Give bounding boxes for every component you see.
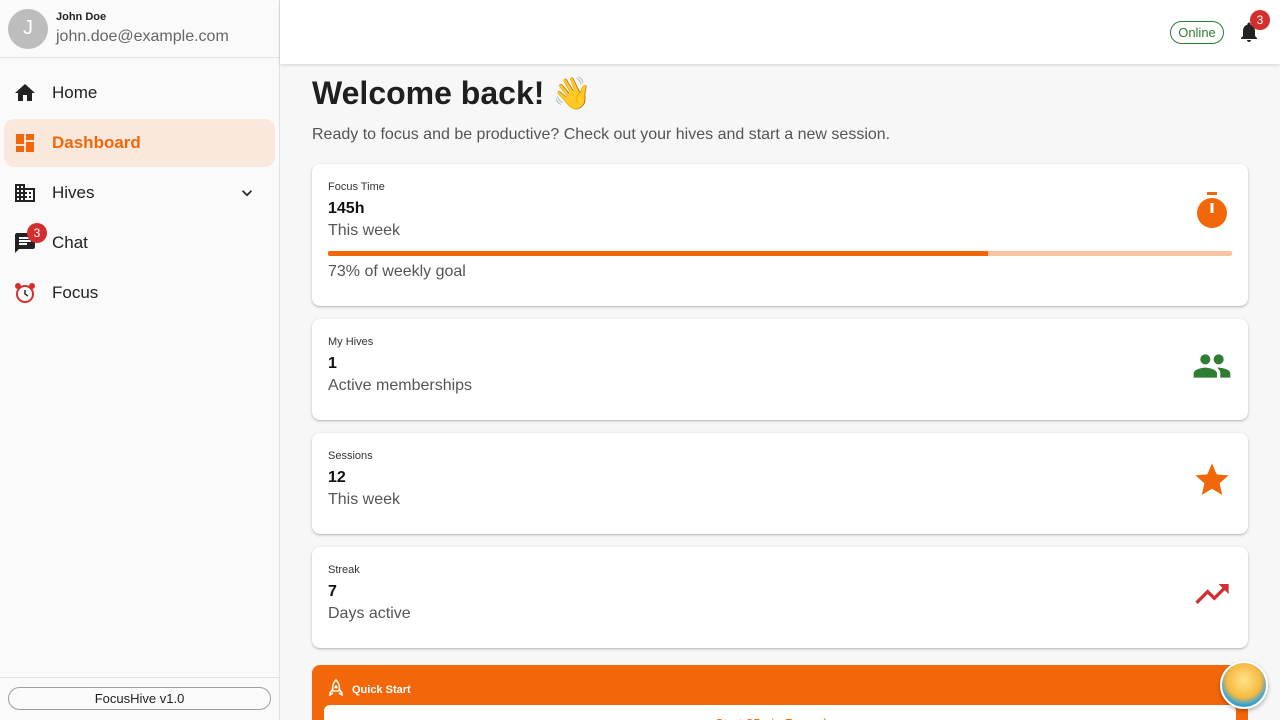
progress-label: 73% of weekly goal xyxy=(328,263,466,280)
sidebar-item-label: Hives xyxy=(52,183,95,202)
user-email: john.doe@example.com xyxy=(56,28,229,45)
card-caption: Sessions xyxy=(328,450,373,462)
sidebar-item-label: Chat xyxy=(52,233,88,252)
group-icon xyxy=(1192,346,1232,386)
rocket-icon xyxy=(328,678,344,704)
sidebar-item-home[interactable]: Home xyxy=(4,69,275,117)
home-icon xyxy=(13,81,37,105)
card-subtext: Days active xyxy=(328,605,411,622)
quick-start-title: Quick Start xyxy=(352,684,411,696)
sessions-card[interactable]: Sessions 12 This week xyxy=(312,433,1248,534)
sidebar-item-label: Dashboard xyxy=(52,133,141,152)
page-subtitle: Ready to focus and be productive? Check … xyxy=(312,126,891,143)
weekly-goal-progress xyxy=(328,251,1232,256)
sidebar-nav: Home Dashboard Hives 3 Chat Focus xyxy=(0,58,279,317)
star-icon xyxy=(1192,460,1232,500)
building-icon xyxy=(13,181,37,205)
sidebar: J John Doe john.doe@example.com Home Das… xyxy=(0,0,280,720)
progress-fill xyxy=(328,251,988,256)
sidebar-footer: FocusHive v1.0 xyxy=(0,677,279,720)
sidebar-item-hives[interactable]: Hives xyxy=(4,169,275,217)
user-profile[interactable]: J John Doe john.doe@example.com xyxy=(0,0,279,58)
page-title-text: Welcome back! xyxy=(312,75,545,111)
sidebar-item-label: Home xyxy=(52,83,98,102)
alarm-clock-icon xyxy=(13,281,37,305)
streak-card[interactable]: Streak 7 Days active xyxy=(312,547,1248,648)
waving-hand-icon: 👋 xyxy=(552,75,593,111)
quick-start-card: Quick Start Start 25min Pomodoro xyxy=(312,665,1248,720)
card-value: 12 xyxy=(328,469,346,486)
card-caption: Streak xyxy=(328,564,360,576)
trending-up-icon xyxy=(1192,574,1232,614)
status-badge: Online xyxy=(1170,21,1224,44)
notification-count-badge: 3 xyxy=(1250,10,1270,30)
dashboard-icon xyxy=(13,131,37,155)
user-name: John Doe xyxy=(56,11,107,23)
card-subtext: This week xyxy=(328,491,401,508)
sidebar-item-chat[interactable]: 3 Chat xyxy=(4,219,275,267)
floating-assistant-button[interactable] xyxy=(1220,661,1268,709)
timer-icon xyxy=(1192,191,1232,231)
card-value: 7 xyxy=(328,583,337,600)
page-title: Welcome back! 👋 xyxy=(312,74,592,112)
card-caption: Focus Time xyxy=(328,181,385,193)
top-app-bar: Online 3 xyxy=(280,0,1280,64)
chevron-down-icon[interactable] xyxy=(237,183,257,208)
card-subtext: This week xyxy=(328,222,401,239)
version-chip: FocusHive v1.0 xyxy=(8,687,271,710)
sidebar-item-label: Focus xyxy=(52,283,99,302)
card-caption: My Hives xyxy=(328,336,374,348)
card-value: 1 xyxy=(328,355,337,372)
start-pomodoro-button[interactable]: Start 25min Pomodoro xyxy=(324,705,1236,720)
chat-icon: 3 xyxy=(13,223,47,255)
card-subtext: Active memberships xyxy=(328,377,473,394)
sidebar-item-dashboard[interactable]: Dashboard xyxy=(4,119,275,167)
sidebar-item-focus[interactable]: Focus xyxy=(4,269,275,317)
card-value: 145h xyxy=(328,200,365,217)
avatar[interactable]: J xyxy=(8,8,48,49)
my-hives-card[interactable]: My Hives 1 Active memberships xyxy=(312,319,1248,420)
chat-badge: 3 xyxy=(27,223,47,243)
focus-time-card[interactable]: Focus Time 145h This week 73% of weekly … xyxy=(312,164,1248,306)
